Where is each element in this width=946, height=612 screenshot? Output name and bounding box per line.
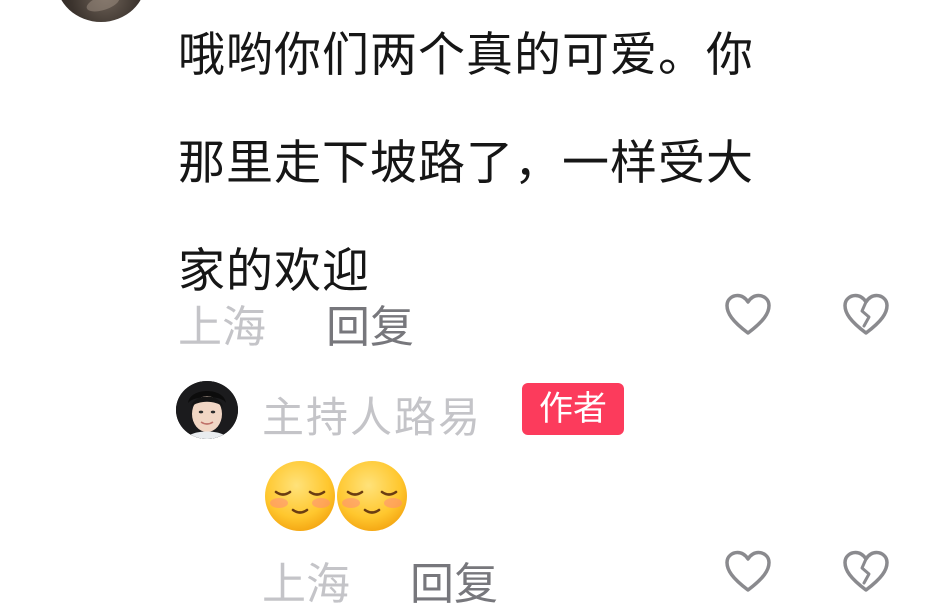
reply-location: 上海: [262, 559, 350, 610]
comment-line: 那里走下坡路了，一样受大: [178, 136, 754, 191]
like-heart-icon[interactable]: [724, 293, 772, 337]
reply-author-avatar[interactable]: [176, 381, 238, 439]
comment-reply-button[interactable]: 回复: [326, 291, 414, 355]
comment-location: 上海: [178, 302, 266, 353]
reply-author-name[interactable]: 主持人路易: [262, 384, 482, 445]
comment-line: 哦哟你们两个真的可爱。你: [178, 28, 754, 83]
reply-like-heart-icon[interactable]: [724, 550, 772, 594]
comment-line: 家的欢迎: [178, 244, 370, 299]
author-badge: 作者: [522, 383, 624, 435]
comment-text: 哦哟你们两个真的可爱。你 那里走下坡路了，一样受大 家的欢迎: [178, 2, 878, 326]
shy-face-emoji-icon: [334, 458, 410, 534]
reply-reply-button[interactable]: 回复: [410, 548, 498, 612]
dislike-broken-heart-icon[interactable]: [842, 293, 890, 337]
shy-face-emoji-icon: [262, 458, 338, 534]
reply-dislike-broken-heart-icon[interactable]: [842, 550, 890, 594]
commenter-avatar[interactable]: [56, 0, 146, 22]
